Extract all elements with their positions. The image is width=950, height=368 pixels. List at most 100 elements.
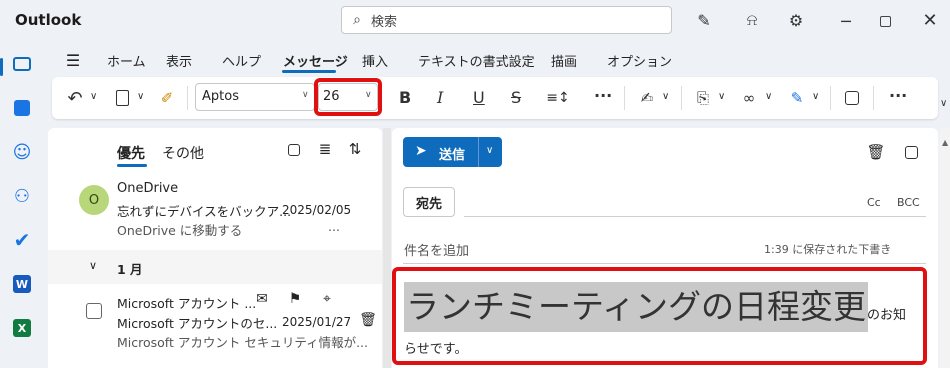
sort-icon[interactable]: ⇅: [345, 140, 365, 158]
selected-body-text[interactable]: ランチミーティングの日程変更: [404, 282, 869, 332]
tab-view[interactable]: 表示: [166, 51, 192, 70]
divider: [830, 86, 831, 110]
underline-button[interactable]: U: [473, 88, 485, 107]
scroll-up-icon[interactable]: ▲: [942, 138, 948, 147]
filter-icon[interactable]: ≣: [316, 140, 334, 158]
message-date: 2025/02/05: [282, 203, 352, 217]
message-preview: OneDrive に移動する: [117, 223, 243, 238]
group-label: 1 月: [117, 262, 143, 277]
strikethrough-button[interactable]: S: [511, 88, 521, 107]
compose-scrollbar[interactable]: [940, 128, 950, 368]
to-button[interactable]: 宛先: [403, 187, 455, 217]
app-title: Outlook: [15, 11, 82, 29]
tab-other[interactable]: その他: [162, 143, 204, 163]
flag-icon[interactable]: ⚑: [286, 291, 304, 307]
maximize-icon[interactable]: [880, 16, 891, 27]
message-subject: 忘れずにデバイスをバックア...: [117, 204, 292, 219]
tab-home[interactable]: ホーム: [107, 51, 146, 70]
font-name-select[interactable]: Aptos ∨: [195, 83, 315, 111]
font-size-value: 26: [323, 89, 340, 104]
to-field[interactable]: [464, 216, 926, 217]
font-size-select[interactable]: 26 ∨: [318, 83, 378, 111]
paste-icon[interactable]: [112, 88, 132, 108]
send-label: 送信: [439, 148, 466, 163]
tab-draw[interactable]: 描画: [551, 51, 577, 70]
attach-icon[interactable]: ⎘: [692, 88, 714, 108]
send-divider: [478, 137, 479, 167]
mark-read-icon[interactable]: ✉: [253, 291, 271, 307]
gear-icon[interactable]: ⚙: [784, 8, 808, 32]
format-painter-icon[interactable]: ✐: [157, 88, 177, 108]
undo-dropdown-icon[interactable]: ∨: [90, 91, 97, 102]
bcc-button[interactable]: BCC: [897, 196, 920, 209]
divider: [873, 86, 874, 110]
italic-button[interactable]: I: [437, 88, 443, 107]
mail-icon[interactable]: [0, 46, 44, 82]
tab-options[interactable]: オプション: [607, 51, 672, 70]
signature-icon[interactable]: ✎: [786, 88, 808, 108]
divider: [624, 86, 625, 110]
body-text-line2[interactable]: らせです。: [404, 338, 467, 357]
more-format-button[interactable]: ···: [594, 86, 612, 105]
tab-help[interactable]: ヘルプ: [222, 51, 261, 70]
message-preview: Microsoft アカウント セキュリティ情報が...: [117, 335, 369, 350]
body-text[interactable]: のお知: [867, 304, 906, 323]
chevron-down-icon[interactable]: ∨: [765, 91, 772, 102]
select-icon[interactable]: [286, 142, 302, 158]
discard-icon[interactable]: 🗑: [866, 142, 886, 162]
note-icon[interactable]: ✎: [692, 8, 716, 32]
font-name-value: Aptos: [202, 89, 239, 104]
chevron-down-icon[interactable]: ∨: [662, 91, 669, 102]
chevron-down-icon: ∨: [486, 145, 494, 156]
search-placeholder: 検索: [371, 15, 398, 30]
close-icon[interactable]: ✕: [918, 8, 942, 32]
search-icon: ⌕: [353, 12, 361, 28]
tab-format-text[interactable]: テキストの書式設定: [418, 51, 535, 70]
editor-icon[interactable]: ✍: [636, 88, 658, 108]
divider: [187, 86, 188, 110]
popout-icon[interactable]: [901, 142, 921, 162]
word-icon[interactable]: W: [0, 266, 44, 302]
bold-button[interactable]: B: [399, 88, 411, 107]
chevron-down-icon: ∨: [302, 90, 309, 100]
focused-tab-indicator: [117, 164, 147, 167]
pin-icon[interactable]: ⌖: [318, 291, 336, 307]
minimize-icon[interactable]: ─: [834, 9, 858, 33]
sender-name: Microsoft アカウント ...: [117, 296, 257, 311]
divider: [681, 86, 682, 110]
chevron-down-icon[interactable]: ∨: [812, 91, 819, 102]
cc-button[interactable]: Cc: [867, 196, 881, 209]
select-checkbox[interactable]: [86, 303, 102, 319]
todo-icon[interactable]: ✔: [0, 222, 44, 258]
tab-insert[interactable]: 挿入: [362, 51, 388, 70]
ribbon-expand-icon[interactable]: ∨: [940, 98, 947, 109]
send-button[interactable]: ➤ 送信 ∨: [403, 137, 502, 167]
avatar: O: [79, 185, 109, 215]
active-tab-indicator: [282, 70, 336, 73]
bell-icon[interactable]: ⍾: [740, 8, 764, 32]
message-date: 2025/01/27: [282, 315, 352, 329]
sender-name: OneDrive: [117, 181, 179, 196]
subject-input[interactable]: 件名を追加: [404, 240, 469, 259]
tab-focused[interactable]: 優先: [117, 143, 145, 163]
line-spacing-icon[interactable]: ≡↕: [545, 88, 571, 108]
paste-dropdown-icon[interactable]: ∨: [137, 91, 144, 102]
undo-icon[interactable]: ↶: [64, 88, 86, 109]
delete-icon[interactable]: 🗑: [359, 311, 377, 329]
ribbon-more-button[interactable]: ···: [889, 86, 907, 105]
draft-status: 1:39 に保存された下書き: [764, 243, 892, 256]
calendar-icon[interactable]: [0, 90, 44, 126]
hamburger-icon[interactable]: ☰: [62, 50, 84, 70]
subject-underline: [403, 263, 926, 264]
groups-icon[interactable]: ⚇: [0, 178, 44, 214]
link-icon[interactable]: ∞: [738, 88, 760, 108]
preview-more: ...: [328, 219, 340, 234]
list-scrollbar[interactable]: [383, 128, 391, 368]
apps-icon[interactable]: [842, 88, 862, 108]
people-icon[interactable]: ☺: [0, 134, 44, 170]
chevron-down-icon[interactable]: ∨: [89, 259, 97, 272]
chevron-down-icon[interactable]: ∨: [718, 91, 725, 102]
group-header[interactable]: [48, 250, 382, 284]
tab-message[interactable]: メッセージ: [283, 51, 348, 70]
excel-icon[interactable]: X: [0, 310, 44, 346]
